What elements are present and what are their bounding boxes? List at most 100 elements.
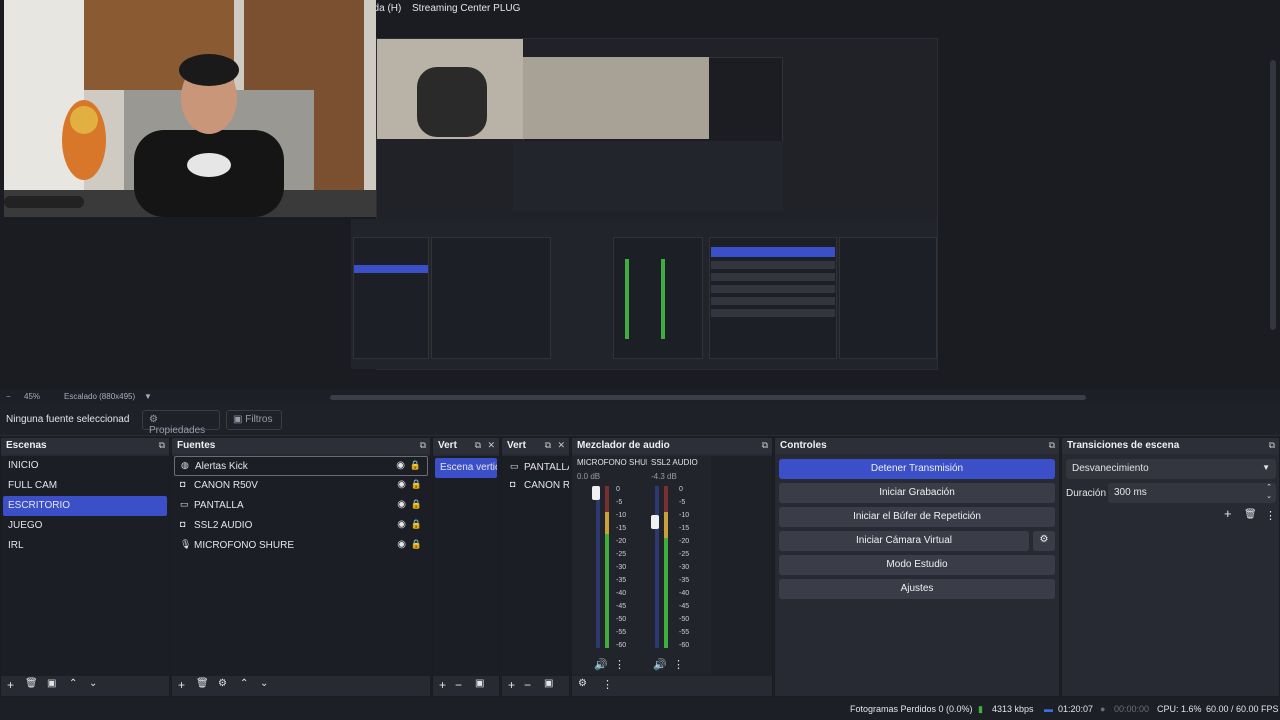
eye-icon[interactable]: ◉ bbox=[397, 539, 406, 550]
source-item[interactable]: ◘ SSL2 AUDIO ◉ 🔒 bbox=[174, 516, 428, 536]
speaker-icon[interactable]: 🔊 bbox=[594, 658, 608, 671]
scenes-toolbar: + 🗑 ▣ ⌃ ⌄ bbox=[1, 676, 169, 696]
scale-label: -5 bbox=[616, 499, 623, 506]
lock-icon[interactable]: 🔒 bbox=[411, 479, 422, 490]
lock-icon[interactable]: 🔒 bbox=[411, 499, 422, 510]
chevron-down-icon[interactable]: ⌄ bbox=[260, 678, 268, 689]
stop-stream-button[interactable]: Detener Transmisión bbox=[779, 459, 1055, 479]
vertical-sources-header: Vert ⧉ ✕ bbox=[502, 438, 569, 454]
studio-mode-button[interactable]: Modo Estudio bbox=[779, 555, 1055, 575]
add-icon[interactable]: + bbox=[178, 678, 185, 692]
virtual-camera-button[interactable]: Iniciar Cámara Virtual bbox=[779, 531, 1029, 551]
source-item[interactable]: 🎙 MICROFONO SHURE ◉ 🔒 bbox=[174, 536, 428, 556]
eye-icon[interactable]: ◉ bbox=[397, 479, 406, 490]
chevron-down-icon[interactable]: ⌄ bbox=[1266, 492, 1272, 500]
vertical-source-item[interactable]: ◘ CANON R5 bbox=[504, 476, 569, 496]
scene-item-juego[interactable]: JUEGO bbox=[3, 516, 167, 536]
level-meter-fill bbox=[605, 534, 609, 648]
properties-button[interactable]: ⚙ Propiedades bbox=[142, 410, 220, 436]
scale-label: -5 bbox=[679, 499, 686, 506]
eye-icon[interactable]: ◉ bbox=[397, 499, 406, 510]
vertical-source-label: PANTALLA bbox=[524, 462, 569, 473]
speaker-icon[interactable]: 🔊 bbox=[653, 658, 667, 671]
vertical-source-item[interactable]: ▭ PANTALLA bbox=[504, 458, 569, 478]
scene-item-inicio[interactable]: INICIO bbox=[3, 456, 167, 476]
duration-spinbox[interactable]: 300 ms ⌃ ⌄ bbox=[1108, 483, 1276, 503]
chevron-up-icon[interactable]: ⌃ bbox=[240, 678, 248, 689]
fader-track[interactable] bbox=[596, 486, 600, 648]
scene-item-escritorio[interactable]: ESCRITORIO bbox=[3, 496, 167, 516]
more-icon[interactable]: ⋮ bbox=[673, 658, 684, 671]
trash-icon[interactable]: 🗑 bbox=[196, 678, 209, 689]
scene-item-irl[interactable]: IRL bbox=[3, 536, 167, 556]
webcam-overlay bbox=[4, 0, 376, 217]
preview-hscrollbar[interactable] bbox=[330, 395, 1086, 400]
lock-icon[interactable]: 🔒 bbox=[410, 460, 421, 471]
trash-icon[interactable]: 🗑 bbox=[1244, 509, 1257, 520]
source-label: Alertas Kick bbox=[195, 461, 248, 472]
scale-label: -45 bbox=[679, 603, 690, 610]
undock-icon[interactable]: ⧉ bbox=[762, 440, 768, 451]
undock-icon[interactable]: ⧉ bbox=[1049, 440, 1055, 451]
scale-label: -40 bbox=[679, 590, 690, 597]
eye-icon[interactable]: ◉ bbox=[396, 460, 405, 471]
fader-track[interactable] bbox=[655, 486, 659, 648]
chevron-down-icon[interactable]: ⌄ bbox=[89, 678, 97, 689]
sources-list: ◍ Alertas Kick ◉ 🔒 ◘ CANON R50V ◉ 🔒 ▭ PA… bbox=[172, 456, 430, 676]
more-icon[interactable]: ⋮ bbox=[1265, 509, 1276, 522]
scale-label: -30 bbox=[679, 564, 690, 571]
add-icon[interactable]: + bbox=[1224, 506, 1232, 521]
fader-handle[interactable] bbox=[651, 515, 659, 529]
trash-icon[interactable]: 🗑 bbox=[25, 678, 38, 689]
add-icon[interactable]: + bbox=[7, 678, 14, 692]
start-recording-button[interactable]: Iniciar Grabación bbox=[779, 483, 1055, 503]
lock-icon[interactable]: 🔒 bbox=[411, 519, 422, 530]
menu-plugin[interactable]: Streaming Center PLUG bbox=[412, 3, 520, 14]
add-icon[interactable]: + bbox=[439, 678, 446, 692]
preview-scrollbar[interactable] bbox=[1270, 60, 1276, 330]
scale-label: -35 bbox=[679, 577, 690, 584]
source-item[interactable]: ▭ PANTALLA ◉ 🔒 bbox=[174, 496, 428, 516]
chevron-up-icon[interactable]: ⌃ bbox=[1266, 483, 1272, 491]
scale-dropdown-icon[interactable]: ▼ bbox=[144, 392, 152, 401]
source-item[interactable]: ◍ Alertas Kick ◉ 🔒 bbox=[174, 456, 428, 476]
eye-icon[interactable]: ◉ bbox=[397, 519, 406, 530]
filter-icon[interactable]: ▣ bbox=[544, 678, 553, 689]
scenes-header: Escenas ⧉ bbox=[1, 438, 169, 454]
close-icon[interactable]: ✕ bbox=[487, 440, 495, 451]
gear-icon[interactable]: ⚙ bbox=[218, 678, 227, 689]
undock-icon[interactable]: ⧉ bbox=[159, 440, 165, 451]
settings-button[interactable]: Ajustes bbox=[779, 579, 1055, 599]
mixer-title: Mezclador de audio bbox=[577, 440, 670, 451]
advanced-audio-icon[interactable]: ⚙ bbox=[578, 678, 587, 689]
replay-buffer-button[interactable]: Iniciar el Búfer de Repetición bbox=[779, 507, 1055, 527]
filter-icon: ▣ bbox=[233, 414, 243, 425]
filter-icon[interactable]: ▣ bbox=[47, 678, 56, 689]
undock-icon[interactable]: ⧉ bbox=[1269, 440, 1275, 451]
scale-label: Escalado (880x495) bbox=[64, 392, 136, 401]
more-icon[interactable]: ⋮ bbox=[602, 678, 613, 691]
scene-item-full-cam[interactable]: FULL CAM bbox=[3, 476, 167, 496]
context-bar: Ninguna fuente seleccionad ⚙ Propiedades… bbox=[0, 404, 1280, 436]
filters-button[interactable]: ▣ Filtros bbox=[226, 410, 282, 430]
source-label: PANTALLA bbox=[194, 500, 244, 511]
fader-handle[interactable] bbox=[592, 486, 600, 500]
preview-area[interactable]: uda (H) Streaming Center PLUG bbox=[0, 0, 1280, 390]
add-icon[interactable]: + bbox=[508, 678, 515, 692]
undock-icon[interactable]: ⧉ bbox=[420, 440, 426, 451]
virtual-camera-settings-button[interactable]: ⚙ bbox=[1033, 531, 1055, 551]
vertical-scene-item[interactable]: Escena vertical bbox=[435, 458, 497, 478]
zoom-out-button[interactable]: − bbox=[6, 392, 11, 401]
close-icon[interactable]: ✕ bbox=[557, 440, 565, 451]
source-item[interactable]: ◘ CANON R50V ◉ 🔒 bbox=[174, 476, 428, 496]
undock-icon[interactable]: ⧉ bbox=[475, 440, 481, 451]
remove-icon[interactable]: − bbox=[524, 678, 531, 692]
transition-select[interactable]: Desvanecimiento ▼ bbox=[1066, 459, 1276, 479]
remove-icon[interactable]: − bbox=[455, 678, 462, 692]
undock-icon[interactable]: ⧉ bbox=[545, 440, 551, 451]
fps: 60.00 / 60.00 FPS bbox=[1206, 704, 1279, 714]
chevron-up-icon[interactable]: ⌃ bbox=[69, 678, 77, 689]
filter-icon[interactable]: ▣ bbox=[475, 678, 484, 689]
more-icon[interactable]: ⋮ bbox=[614, 658, 625, 671]
lock-icon[interactable]: 🔒 bbox=[411, 539, 422, 550]
